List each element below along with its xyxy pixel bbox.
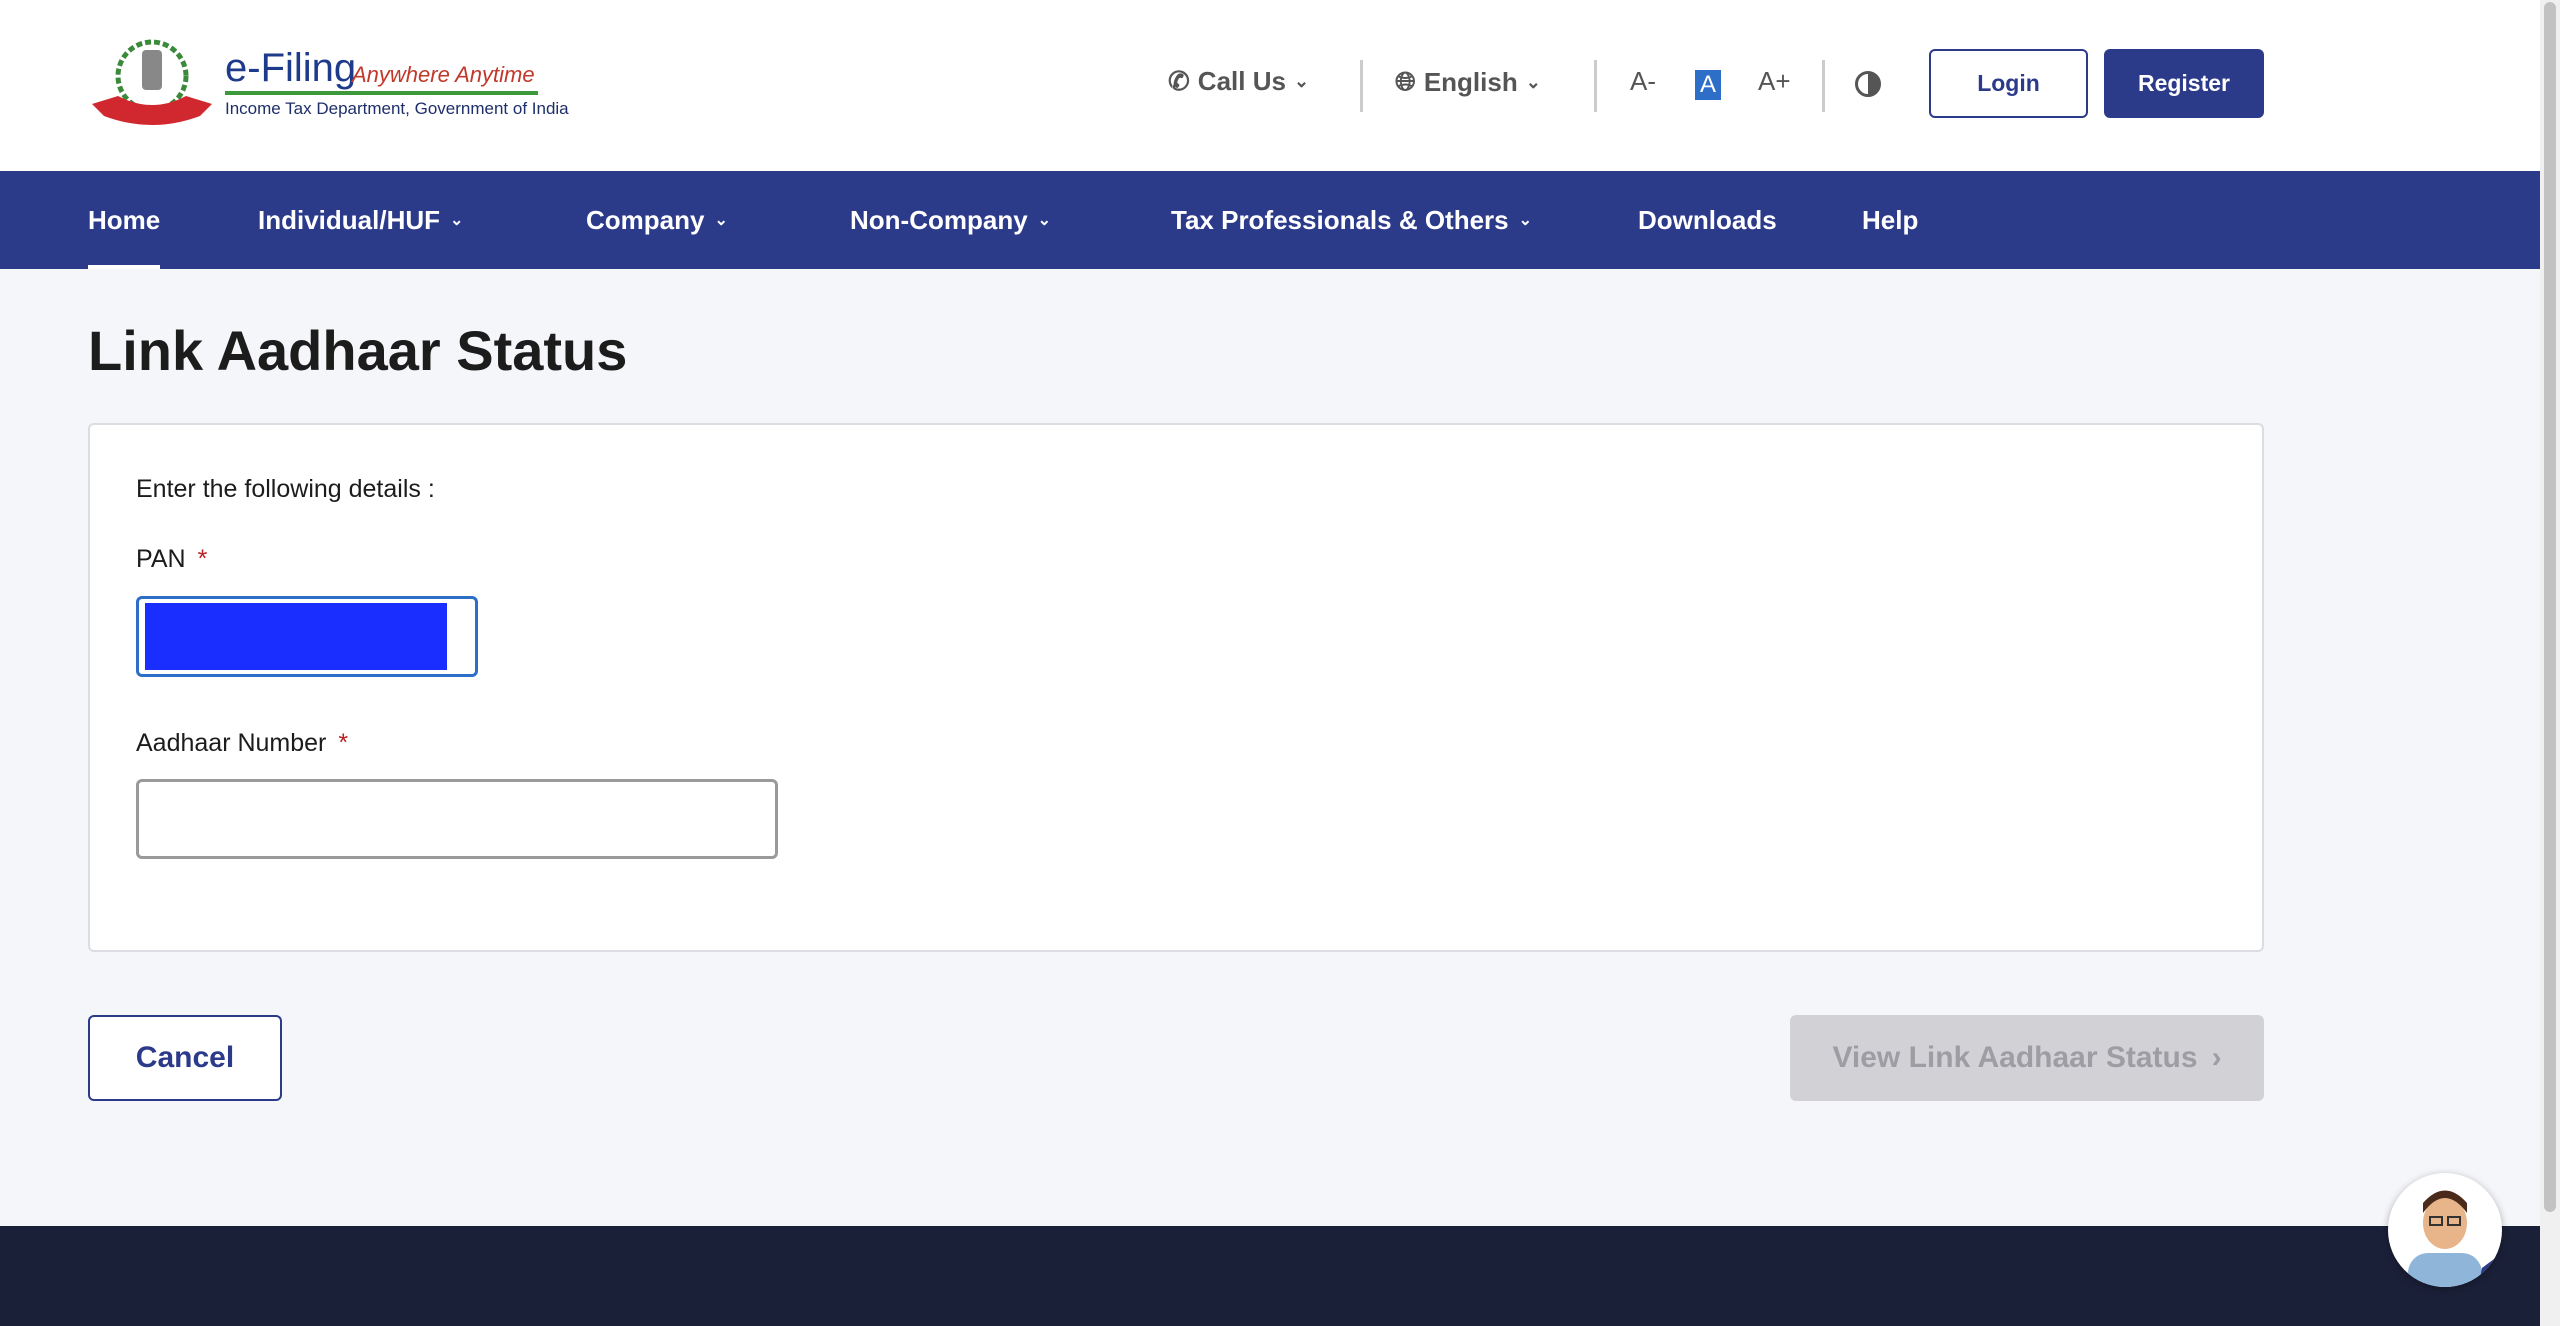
nav-downloads[interactable]: Downloads xyxy=(1638,171,1777,269)
logo-divider xyxy=(225,91,538,95)
language-dropdown[interactable]: 🌐︎ English ⌄ xyxy=(1395,66,1541,98)
nav-tax-professionals[interactable]: Tax Professionals & Others ⌄ xyxy=(1171,171,1532,269)
redacted-value xyxy=(145,603,447,670)
chevron-down-icon: ⌄ xyxy=(1293,71,1310,91)
instructions-text: Enter the following details : xyxy=(136,475,435,503)
font-increase-button[interactable]: A+ xyxy=(1758,66,1791,97)
logo-subtitle: Income Tax Department, Government of Ind… xyxy=(225,99,569,118)
aadhaar-label: Aadhaar Number * xyxy=(136,729,349,757)
main-nav: Home Individual/HUF ⌄ Company ⌄ Non-Compan… xyxy=(0,171,2540,269)
details-card: Enter the following details : PAN * Aadha… xyxy=(88,423,2264,952)
aadhaar-input[interactable] xyxy=(136,779,778,859)
divider xyxy=(1360,60,1363,112)
site-header: e-Filing Anywhere Anytime Income Tax Dep… xyxy=(0,0,2540,171)
chatbot-avatar[interactable] xyxy=(2388,1173,2502,1287)
login-button[interactable]: Login xyxy=(1929,49,2088,118)
divider xyxy=(1594,60,1597,112)
emblem-logo[interactable] xyxy=(88,38,216,128)
font-decrease-button[interactable]: A- xyxy=(1630,66,1656,97)
language-label: English xyxy=(1423,66,1518,97)
scrollbar-thumb[interactable] xyxy=(2544,2,2556,1212)
pan-input[interactable] xyxy=(136,596,478,677)
site-footer xyxy=(0,1226,2540,1326)
globe-icon: 🌐︎ xyxy=(1395,66,1416,96)
view-status-button[interactable]: View Link Aadhaar Status › xyxy=(1790,1015,2264,1101)
nav-help[interactable]: Help xyxy=(1862,171,1918,269)
nav-non-company[interactable]: Non-Company ⌄ xyxy=(850,171,1051,269)
chevron-down-icon: ⌄ xyxy=(714,212,728,229)
font-normal-button[interactable]: A xyxy=(1695,70,1721,100)
pan-label: PAN * xyxy=(136,545,208,573)
view-status-label: View Link Aadhaar Status xyxy=(1832,1041,2198,1074)
nav-company[interactable]: Company ⌄ xyxy=(586,171,728,269)
nav-home[interactable]: Home xyxy=(88,171,161,269)
chevron-right-icon: › xyxy=(2211,1041,2222,1074)
chevron-down-icon: ⌄ xyxy=(450,212,464,229)
cancel-button[interactable]: Cancel xyxy=(88,1015,282,1101)
call-us-label: Call Us xyxy=(1197,66,1286,96)
call-us-dropdown[interactable]: ✆ Call Us ⌄ xyxy=(1168,66,1309,97)
phone-icon: ✆ xyxy=(1168,66,1190,96)
logo-tagline: Anywhere Anytime xyxy=(352,62,535,87)
chevron-down-icon: ⌄ xyxy=(1518,212,1533,229)
divider xyxy=(1822,60,1825,112)
contrast-icon[interactable] xyxy=(1855,71,1881,97)
chevron-down-icon: ⌄ xyxy=(1525,71,1541,92)
nav-individual-huf[interactable]: Individual/HUF ⌄ xyxy=(258,171,463,269)
page-title: Link Aadhaar Status xyxy=(88,319,628,382)
scrollbar[interactable] xyxy=(2540,0,2560,1326)
logo-title: e-Filing xyxy=(225,46,357,90)
register-button[interactable]: Register xyxy=(2104,49,2264,118)
chevron-down-icon: ⌄ xyxy=(1037,212,1052,229)
